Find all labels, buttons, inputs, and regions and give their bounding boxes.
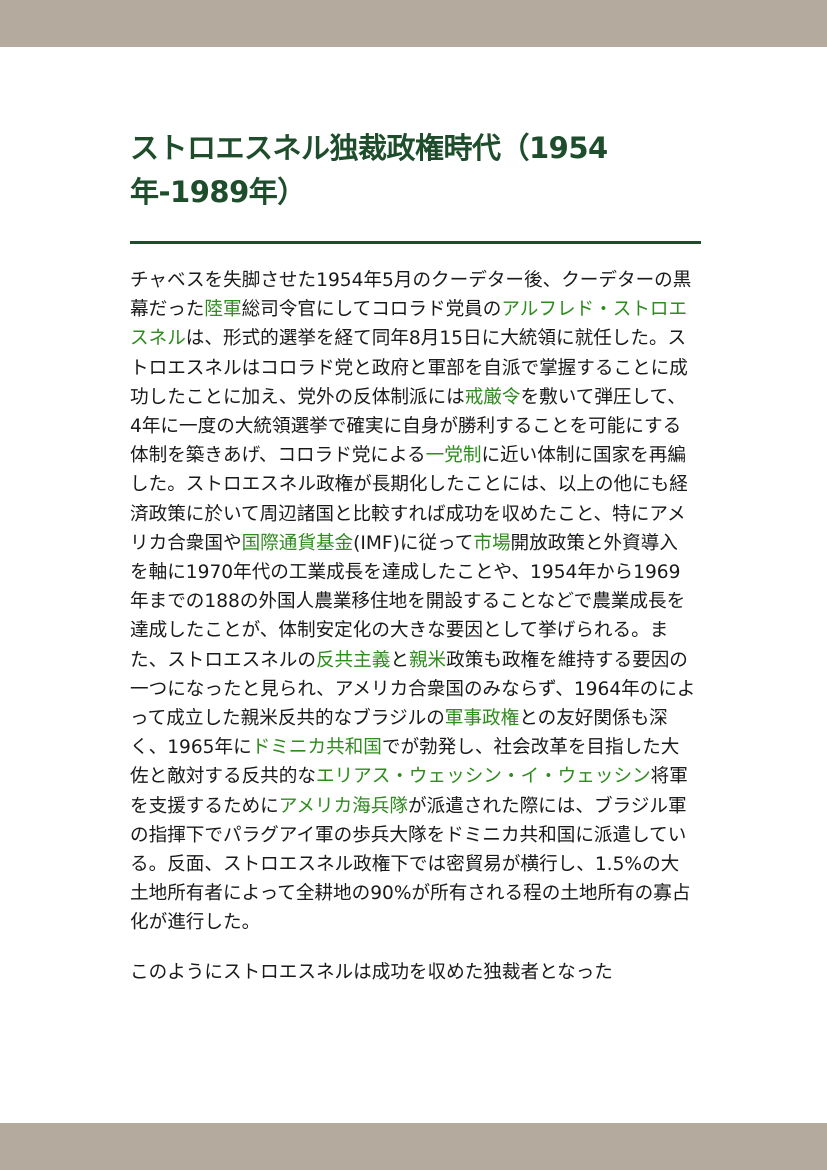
article-link[interactable]: 軍事政権 [445,708,519,729]
article: ストロエスネル独裁政権時代（1954年-1989年） チャベスを失脚させた195… [130,126,701,987]
article-link[interactable]: 親米 [409,650,446,671]
article-link[interactable]: 市場 [473,533,510,554]
article-link[interactable]: 国際通貨基金 [242,533,354,554]
top-frame-bar [0,0,827,47]
article-link[interactable]: 陸軍 [204,299,241,320]
article-link[interactable]: 戒厳令 [465,387,521,408]
article-link[interactable]: 反共主義 [316,650,390,671]
paragraph-1: チャベスを失脚させた1954年5月のクーデター後、クーデターの黒幕だった陸軍総司… [130,266,696,938]
paragraph-text: と [390,649,409,671]
paragraph-2: このようにストロエスネルは成功を収めた独裁者となった [130,961,613,983]
bottom-frame-bar [0,1123,827,1170]
article-link[interactable]: ドミニカ共和国 [252,737,382,758]
article-link[interactable]: アメリカ海兵隊 [279,796,408,817]
article-link[interactable]: 一党制 [426,445,482,466]
paragraph-text: 総司令官にしてコロラド党員の [241,299,502,321]
article-link[interactable]: エリアス・ウェッシン・イ・ウェッシン [316,766,651,787]
paragraph-text: (IMF)に従って [353,532,474,554]
article-title: ストロエスネル独裁政権時代（1954年-1989年） [130,131,608,209]
title-divider [130,241,701,244]
